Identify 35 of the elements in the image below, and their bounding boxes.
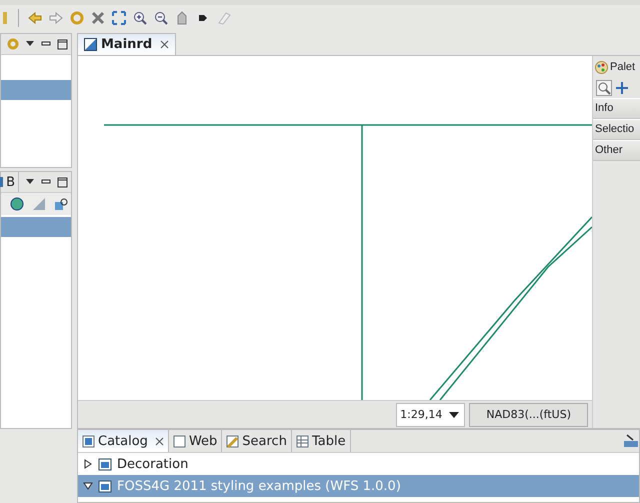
pan-tool-icon[interactable] — [615, 81, 629, 95]
table-icon — [296, 434, 309, 448]
palette-section[interactable]: Selectio — [593, 119, 640, 140]
zoom-extent-icon[interactable] — [111, 10, 127, 26]
catalog-icon — [82, 434, 95, 448]
view-tab[interactable]: Table — [292, 430, 351, 452]
zoom-in-icon[interactable] — [132, 10, 148, 26]
palette-section[interactable]: Other — [593, 140, 640, 161]
view-menu-icon[interactable] — [25, 40, 35, 48]
back-arrow-icon[interactable] — [27, 10, 43, 26]
window-icon — [172, 434, 186, 448]
zoom-out-icon[interactable] — [153, 10, 169, 26]
view-menu-icon[interactable] — [25, 178, 35, 186]
palette-icon — [595, 60, 608, 74]
pencil-icon — [226, 434, 240, 448]
editor-tab[interactable]: Mainrd — [77, 33, 176, 55]
palette-section[interactable]: Info — [593, 98, 640, 119]
import-icon[interactable] — [623, 434, 639, 448]
dropdown-arrow-icon — [448, 410, 460, 418]
view-tab[interactable]: Web — [168, 430, 222, 452]
crs-button[interactable]: NAD83(...(ftUS) — [469, 402, 588, 426]
zoom-tool-icon[interactable] — [596, 80, 612, 96]
view-tab[interactable]: Search — [222, 430, 292, 452]
tree-item[interactable]: Decoration — [78, 453, 639, 475]
close-icon[interactable] — [154, 436, 164, 446]
expand-arrow-icon[interactable] — [83, 459, 93, 469]
view-tab[interactable]: Catalog — [78, 430, 169, 452]
close-icon[interactable] — [160, 40, 170, 49]
scale-combo[interactable]: 1:29,14 — [396, 402, 466, 426]
collapse-arrow-icon[interactable] — [83, 481, 93, 491]
palette-title-text: Palet — [610, 61, 636, 73]
maximize-icon[interactable] — [57, 38, 68, 50]
maximize-icon[interactable] — [57, 176, 68, 188]
layer-search-icon[interactable] — [54, 197, 68, 211]
map-icon — [84, 38, 97, 51]
